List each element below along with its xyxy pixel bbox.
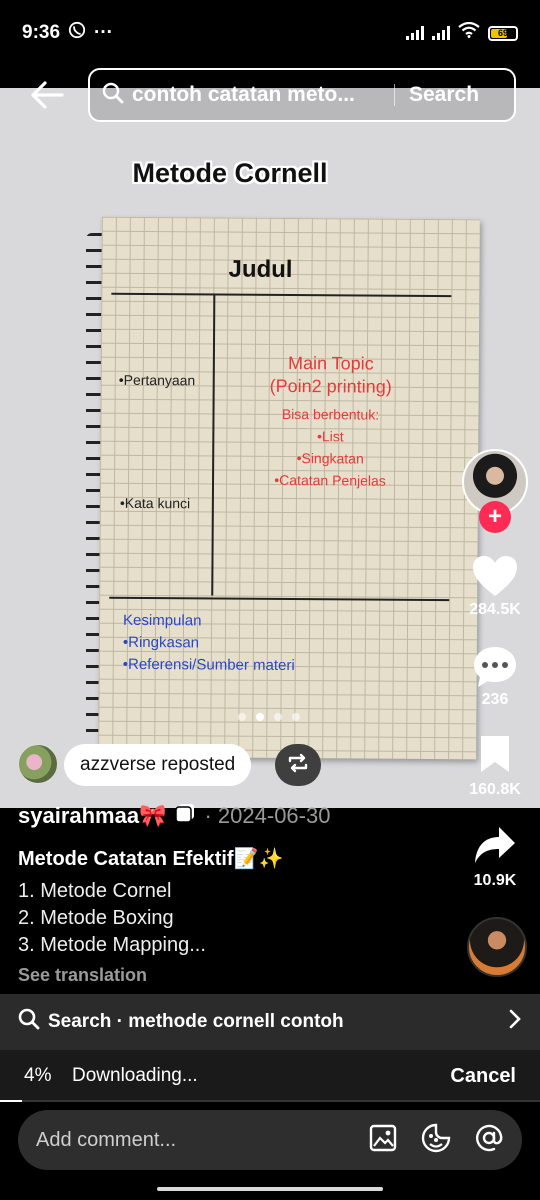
author-row: syairahmaa🎀 · 2024-06-30 (18, 802, 330, 830)
caption-title: Metode Catatan Efektif📝✨ (18, 848, 284, 870)
main-item: •List (316, 428, 344, 445)
likes-count: 284.5K (469, 601, 521, 618)
search-input[interactable]: contoh catatan meto... (132, 83, 380, 107)
signal-icon (406, 26, 424, 40)
comment-input[interactable]: Add comment... (36, 1129, 176, 1152)
cue-item: •Pertanyaan (118, 371, 196, 389)
carousel-dots (238, 713, 300, 721)
cue-item: •Kata kunci (119, 494, 191, 512)
comment-bar[interactable]: Add comment... (18, 1110, 522, 1170)
search-divider (394, 84, 395, 106)
battery-icon: 69 (488, 25, 518, 41)
caption-line: 2. Metode Boxing (18, 907, 174, 929)
carousel-dot (292, 713, 300, 721)
home-indicator[interactable] (157, 1187, 383, 1191)
wifi-icon (458, 21, 480, 44)
more-notifications-icon: ··· (94, 22, 114, 43)
search-button[interactable]: Search (409, 83, 479, 107)
divider-line (111, 292, 452, 298)
carousel-dot (238, 713, 246, 721)
search-icon (102, 82, 124, 109)
photo-mode-icon (174, 802, 196, 830)
bookmark-icon[interactable] (478, 734, 512, 779)
emoji-icon[interactable] (420, 1122, 452, 1159)
back-arrow-icon[interactable] (30, 80, 64, 110)
overlay-title: Metode Cornell (132, 158, 328, 188)
carousel-dot (274, 713, 282, 721)
summary-item: •Referensi/Sumber materi (122, 655, 295, 675)
divider-line (109, 596, 450, 602)
repost-icon (286, 752, 310, 779)
notebook: Judul •Pertanyaan •Kata kunci Main Topic… (98, 216, 480, 760)
main-item: •Singkatan (296, 450, 364, 467)
status-bar: 9:36 ··· 69 (0, 0, 540, 66)
related-search-label: Search · methode cornell contoh (48, 1011, 344, 1032)
download-bar: 4% Downloading... Cancel (0, 1050, 540, 1102)
saves-count: 160.8K (469, 781, 521, 798)
main-topic: Main Topic (287, 352, 374, 374)
author-name[interactable]: syairahmaa🎀 (18, 803, 166, 829)
mention-icon[interactable] (474, 1123, 504, 1158)
see-translation-link[interactable]: See translation (18, 965, 147, 986)
comment-icon[interactable] (472, 645, 518, 694)
repost-label[interactable]: azzverse reposted (64, 744, 252, 786)
shares-count: 10.9K (473, 872, 517, 889)
main-sub: Bisa berbentuk: (281, 405, 380, 423)
status-time: 9:36 (22, 22, 61, 43)
cancel-download-button[interactable]: Cancel (450, 1065, 516, 1088)
search-icon (18, 1008, 40, 1036)
download-status: Downloading... (72, 1065, 198, 1086)
summary-item: •Ringkasan (122, 633, 200, 652)
post-date: · 2024-06-30 (204, 803, 331, 828)
sound-avatar[interactable] (467, 917, 527, 977)
reposter-avatar[interactable] (18, 744, 58, 784)
main-topic-sub: (Poin2 printing) (269, 375, 392, 397)
signal-2-icon (432, 26, 450, 40)
image-icon[interactable] (368, 1123, 398, 1158)
caption-line: 1. Metode Cornel (18, 880, 172, 902)
related-search-bar[interactable]: Search · methode cornell contoh (0, 994, 540, 1050)
whatsapp-icon (68, 21, 86, 45)
download-progress (0, 1100, 540, 1102)
download-percent: 4% (24, 1065, 52, 1086)
repost-button[interactable] (275, 744, 321, 786)
follow-button[interactable]: + (479, 501, 511, 533)
main-item: •Catatan Penjelas (274, 471, 386, 489)
caption-line[interactable]: 3. Metode Mapping... (18, 934, 206, 957)
summary-title: Kesimpulan (123, 611, 202, 630)
divider-line (211, 295, 216, 596)
search-bar[interactable]: contoh catatan meto... Search (88, 68, 516, 122)
notebook-heading: Judul (228, 255, 293, 284)
download-progress-fill (0, 1100, 22, 1102)
comments-count: 236 (481, 691, 509, 708)
share-icon[interactable] (473, 825, 517, 870)
heart-icon[interactable] (471, 554, 519, 603)
carousel-dot-active (256, 713, 264, 721)
chevron-right-icon (508, 1009, 522, 1035)
